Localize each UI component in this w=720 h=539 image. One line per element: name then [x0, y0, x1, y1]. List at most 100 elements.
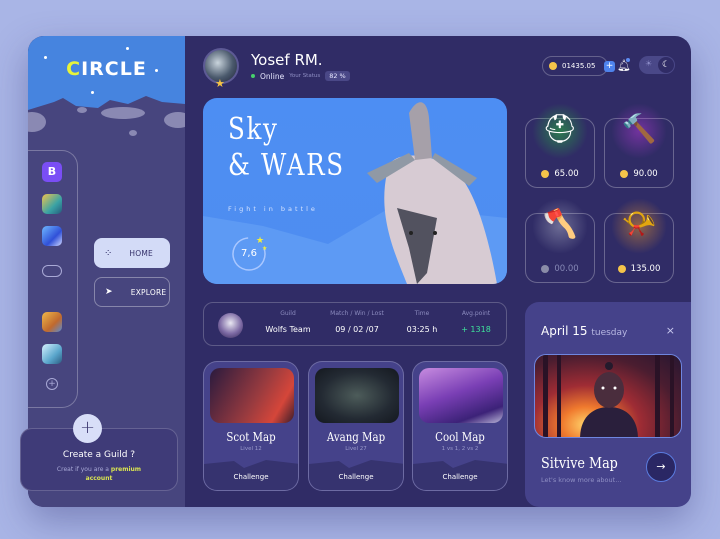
status-text: Online: [260, 71, 285, 81]
stat-value: 09 / 02 /07: [335, 325, 379, 334]
hero-title-line-1: Sky: [228, 112, 279, 147]
app-logo[interactable]: CIRCLE: [28, 58, 185, 80]
coin-balance: 01435.05 +: [542, 56, 615, 76]
stat-value: + 1318: [461, 325, 491, 334]
challenge-button[interactable]: Challenge: [413, 473, 507, 481]
create-guild-desc: Creat if you are a: [56, 466, 109, 473]
create-guild-plus-button[interactable]: +: [73, 414, 102, 443]
stat-header: Time: [414, 310, 430, 317]
map-title: Avang Map: [326, 430, 386, 444]
challenge-button[interactable]: Challenge: [204, 473, 298, 481]
mountain-decoration: [28, 96, 185, 158]
guild-stats-card[interactable]: Guild Wolfs Team Match / Win / Lost 09 / 0…: [203, 302, 507, 346]
coin-icon: [549, 62, 557, 70]
hero-title: Sky & WARS: [228, 112, 345, 184]
event-title: Sitvive Map: [541, 454, 618, 472]
moon-icon: ☾: [658, 57, 674, 73]
map-title: Cool Map: [435, 430, 485, 444]
nav-home[interactable]: ⁘ HOME: [94, 238, 170, 268]
arrow-right-button[interactable]: →: [646, 452, 676, 482]
map-thumbnail: [315, 368, 399, 423]
price-value: 00.00: [554, 264, 579, 274]
item-price: 00.00: [526, 264, 594, 274]
warrior-wolf-illustration: [367, 102, 497, 284]
account-link[interactable]: account: [86, 475, 113, 482]
stat-header: Guild: [280, 310, 296, 317]
theme-toggle[interactable]: ☀ ☾: [639, 56, 675, 74]
price-value: 90.00: [633, 169, 658, 179]
map-card-avang[interactable]: Avang Map Livel 27 Challenge: [308, 361, 404, 491]
map-level: Livel 12: [240, 446, 262, 452]
app-icon-game-1[interactable]: [42, 194, 62, 214]
app-icon-game-3[interactable]: [42, 312, 62, 332]
close-icon[interactable]: ×: [666, 324, 675, 337]
price-value: 65.00: [554, 169, 579, 179]
create-guild-text: Creat if you are a premium account: [21, 465, 177, 483]
hero-banner[interactable]: Sky & WARS Fight in battle ★ ★ 7,6: [203, 98, 507, 284]
online-dot-icon: [251, 74, 255, 78]
app-icon-game-4[interactable]: [42, 344, 62, 364]
grid-icon: ⁘: [104, 247, 112, 259]
nav-explore[interactable]: ➤ EXPLORE: [94, 277, 170, 307]
map-card-cool[interactable]: Cool Map 1 vs 1, 2 vs 2 Challenge: [412, 361, 508, 491]
app-rail: [28, 150, 78, 408]
event-thumbnail: [534, 354, 682, 438]
logo-rest: IRCLE: [81, 58, 147, 80]
coin-amount: 01435.05: [562, 62, 596, 70]
shop-item-horn[interactable]: 📯 135.00: [604, 198, 674, 283]
item-price: 90.00: [605, 169, 673, 179]
user-status: Online Your Status 82 %: [251, 71, 350, 81]
create-guild-card[interactable]: + Create a Guild ? Creat if you are a pr…: [20, 414, 178, 491]
app-icon-bereal[interactable]: B: [42, 162, 62, 182]
app-icon-game-2[interactable]: [42, 226, 62, 246]
stat-matches: Match / Win / Lost 09 / 02 /07: [326, 310, 388, 334]
hero-title-line-2: & WARS: [228, 148, 345, 183]
item-price: 135.00: [605, 264, 673, 274]
event-date: April 15 tuesday: [541, 324, 627, 338]
map-thumbnail: [210, 368, 294, 423]
coin-icon: [617, 265, 626, 273]
star-badge-icon: ★: [215, 77, 225, 90]
map-level: Livel 27: [345, 446, 367, 452]
status-label: Your Status: [289, 73, 321, 79]
horn-icon: 📯: [621, 207, 657, 240]
hero-score: 7,6: [241, 248, 257, 259]
notification-dot: [626, 58, 630, 62]
event-card: April 15 tuesday × Sitvive Map Let's kno…: [525, 302, 691, 507]
status-percent-badge: 82 %: [325, 71, 350, 81]
map-thumbnail: [419, 368, 503, 423]
samurai-illustration: [543, 355, 674, 437]
helmet-icon: ⛑: [542, 112, 578, 145]
shop-item-hammer[interactable]: 🔨 90.00: [604, 103, 674, 188]
stat-guild: Guild Wolfs Team: [259, 310, 317, 334]
map-title: Scot Map: [226, 430, 276, 444]
map-mode: 1 vs 1, 2 vs 2: [441, 446, 479, 452]
coin-icon: [541, 265, 550, 273]
map-card-scot[interactable]: Scot Map Livel 12 Challenge: [203, 361, 299, 491]
axe-icon: 🪓: [542, 207, 578, 240]
challenge-button[interactable]: Challenge: [309, 473, 403, 481]
coin-icon: [541, 170, 550, 178]
event-day: tuesday: [591, 328, 628, 338]
add-app-icon[interactable]: +: [46, 378, 58, 390]
stat-avg-point: Avg.point + 1318: [454, 310, 498, 334]
event-subtitle: Let's know more about...: [541, 476, 622, 484]
stat-value: Wolfs Team: [265, 325, 311, 334]
stat-header: Match / Win / Lost: [330, 310, 384, 317]
navigation-icon: ➤: [105, 287, 113, 297]
shop-item-helmet[interactable]: ⛑ 65.00: [525, 103, 595, 188]
event-date-value: April 15: [541, 324, 588, 338]
gamepad-icon[interactable]: [42, 265, 62, 277]
sun-icon: ☀: [645, 59, 653, 68]
hammer-icon: 🔨: [621, 112, 657, 145]
add-coins-button[interactable]: +: [604, 61, 615, 72]
stat-time: Time 03:25 h: [402, 310, 442, 334]
user-name: Yosef RM.: [251, 51, 323, 69]
star-decoration: [126, 47, 129, 50]
nav-home-label: HOME: [129, 248, 153, 258]
item-price: 65.00: [526, 169, 594, 179]
nav-explore-label: EXPLORE: [130, 287, 167, 297]
logo-initial: C: [66, 58, 82, 80]
premium-link[interactable]: premium: [111, 466, 141, 473]
shop-item-axe[interactable]: 🪓 00.00: [525, 198, 595, 283]
